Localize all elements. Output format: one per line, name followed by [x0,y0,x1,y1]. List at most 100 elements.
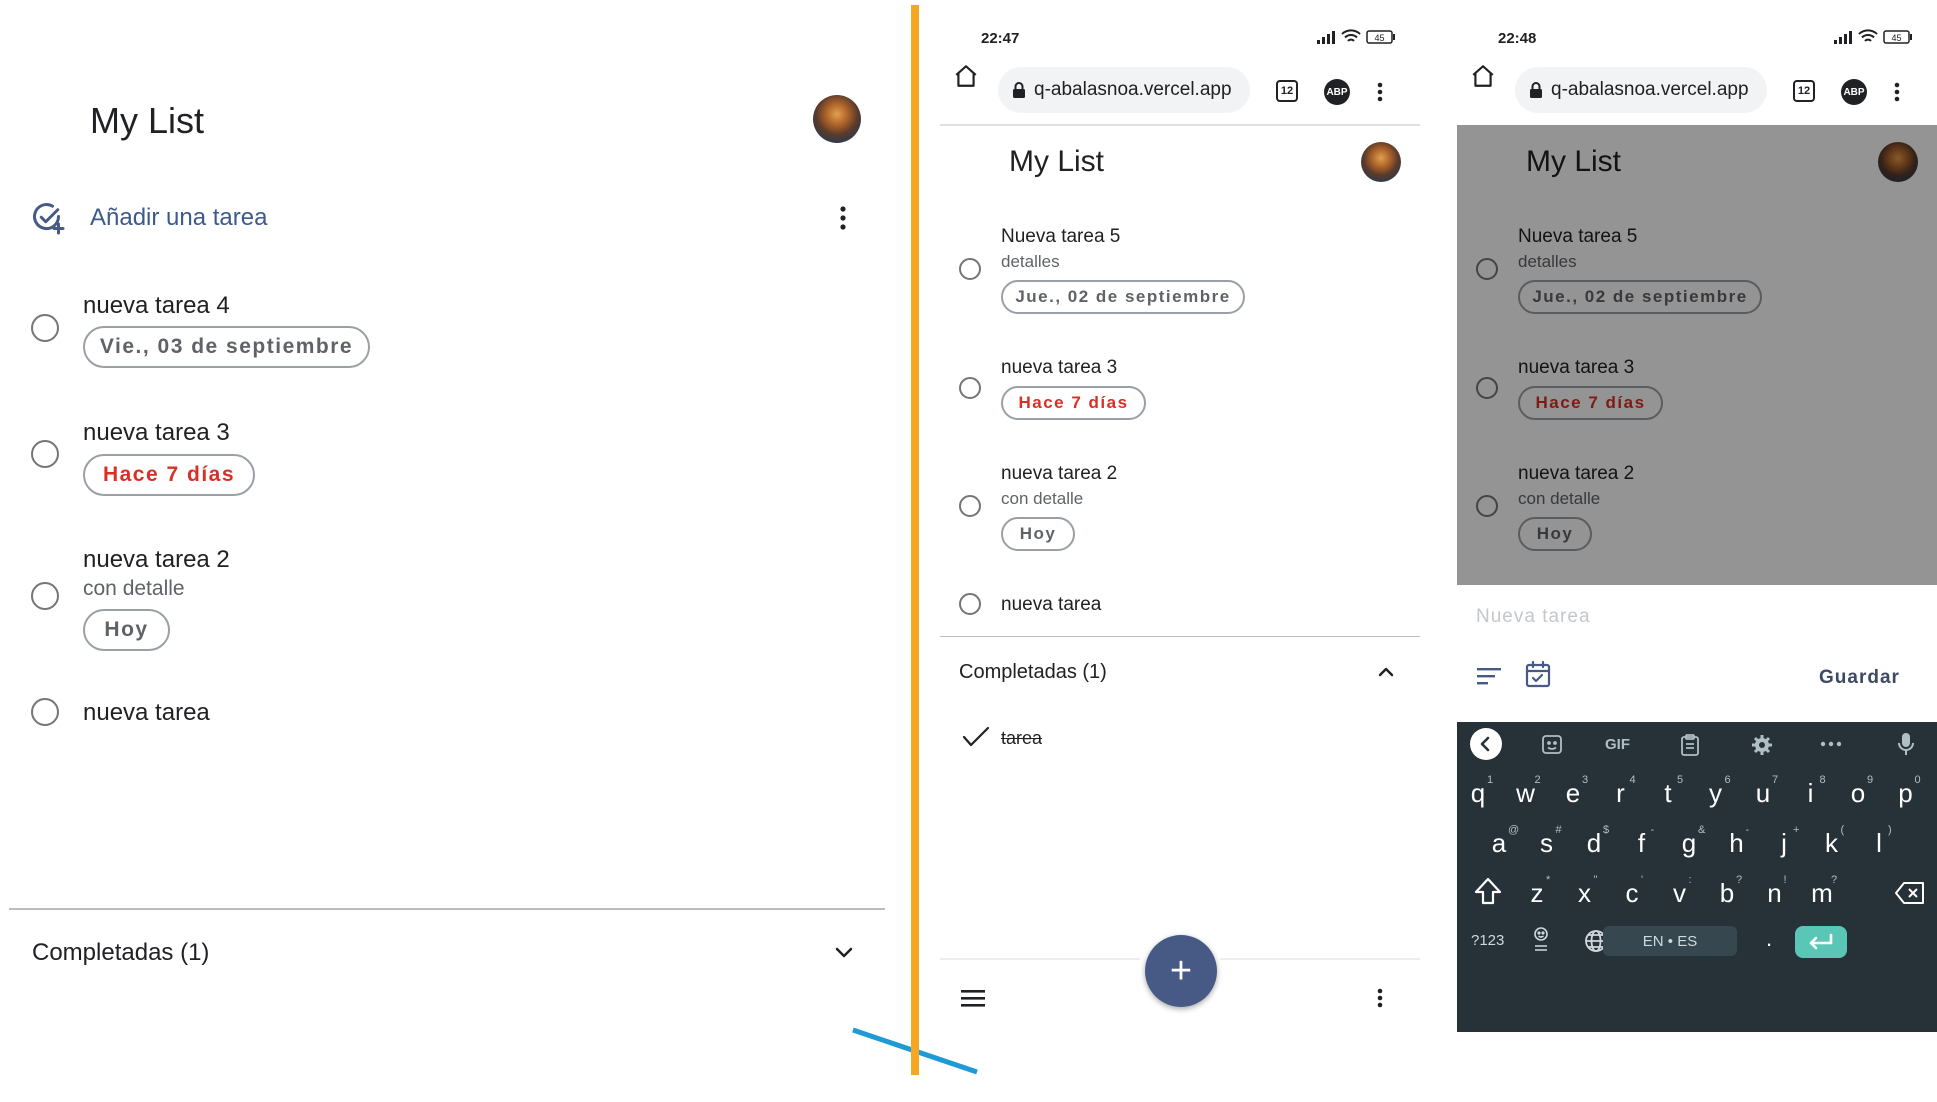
url-bar[interactable]: q-abalasnoa.vercel.app [1515,67,1767,113]
hamburger-menu-icon[interactable] [960,988,986,1008]
new-task-input[interactable]: Nueva tarea [1476,606,1591,628]
wifi-icon [1341,29,1361,45]
due-date-chip[interactable]: Vie., 03 de septiembre [83,326,370,368]
home-icon[interactable] [1470,63,1496,89]
key-hint: $ [1603,824,1610,836]
status-time: 22:48 [1498,30,1537,47]
calendar-icon[interactable] [1525,660,1551,688]
key-hint: : [1688,874,1692,886]
battery-icon: 45 [1366,30,1396,44]
key-hint: ? [1736,874,1743,886]
sticker-icon[interactable] [1541,735,1563,755]
due-date-chip[interactable]: Jue., 02 de septiembre [1001,280,1245,314]
task-checkbox[interactable] [31,440,59,468]
key-hint: 5 [1677,774,1684,786]
key-hint: 0 [1914,774,1921,786]
period-key[interactable]: . [1759,926,1779,952]
emoji-key-icon[interactable] [1529,926,1553,954]
enter-key[interactable] [1795,926,1847,958]
add-details-icon[interactable] [1476,665,1502,687]
lock-icon [1530,82,1542,98]
key-hint: 1 [1487,774,1494,786]
task-title[interactable]: nueva tarea 3 [83,419,230,447]
browser-menu-icon[interactable] [1891,78,1903,106]
keyboard-row-3: z * x " c ' v: b? n! m? [1457,874,1937,918]
clipboard-icon[interactable] [1680,734,1700,756]
key-hint: - [1745,824,1750,836]
url-bar[interactable]: q-abalasnoa.vercel.app [998,67,1250,113]
url-text: q-abalasnoa.vercel.app [1034,79,1232,100]
page-title: My List [1009,145,1105,178]
save-button[interactable]: Guardar [1819,667,1900,689]
adblock-icon[interactable]: ABP [1841,79,1867,105]
key-hint: 9 [1867,774,1874,786]
more-icon[interactable] [1819,738,1843,750]
task-checkbox[interactable] [31,582,59,610]
gif-button[interactable]: GIF [1605,736,1630,753]
bottom-bar-edge [940,958,1140,960]
signal-icon [1833,30,1853,44]
chevron-down-icon[interactable] [830,941,858,965]
due-date-chip-overdue[interactable]: Hace 7 días [1001,386,1146,420]
page-title: My List [90,100,205,141]
symbols-key[interactable]: ?123 [1471,932,1504,949]
key-hint: @ [1508,824,1520,836]
backspace-key[interactable] [1894,880,1926,906]
completed-task-title[interactable]: tarea [1001,728,1042,749]
more-options-icon[interactable] [1374,984,1386,1012]
keyboard-row-2: a @ s # d $ f - g & h - j + k(l) [1457,824,1937,868]
key-hint: " [1593,874,1598,886]
check-icon[interactable] [962,726,990,748]
status-time: 22:47 [981,30,1020,47]
settings-gear-icon[interactable] [1751,734,1773,756]
add-task-icon[interactable] [30,200,70,240]
avatar[interactable] [813,95,861,143]
due-date-chip[interactable]: Hoy [1001,517,1075,551]
due-date-chip-overdue[interactable]: Hace 7 días [83,454,255,496]
microphone-icon[interactable] [1898,732,1914,756]
divider [940,636,1420,637]
toolbar-shadow [940,124,1420,126]
tab-switcher-button[interactable]: 12 [1276,80,1298,102]
adblock-icon[interactable]: ABP [1324,79,1350,105]
task-checkbox[interactable] [959,593,981,615]
key-hint: 8 [1819,774,1826,786]
desktop-view: My List Añadir una tarea nueva tarea 4 V… [0,0,978,1102]
task-detail: con detalle [1001,489,1084,508]
task-checkbox[interactable] [959,495,981,517]
add-task-button[interactable]: Añadir una tarea [90,204,267,232]
avatar[interactable] [1361,142,1401,182]
soft-keyboard: GIF q1w2e3r4t5y6u7i8o9p0 a @ s # d $ f - g & h - j + k… [1457,722,1937,1032]
task-title[interactable]: nueva tarea 2 [1001,463,1117,485]
more-options-icon[interactable] [833,204,853,232]
task-title[interactable]: nueva tarea 2 [83,546,230,574]
task-checkbox[interactable] [31,698,59,726]
lock-icon [1013,82,1025,98]
phone-screen-2: 22:48 45 q-abalasnoa.vercel.app 12 ABP M… [1457,0,1937,1102]
wifi-icon [1858,29,1878,45]
task-checkbox[interactable] [959,377,981,399]
browser-menu-icon[interactable] [1374,78,1386,106]
task-title[interactable]: nueva tarea [83,699,210,727]
keyboard-back-icon[interactable] [1470,728,1502,760]
task-checkbox[interactable] [959,258,981,280]
task-title[interactable]: nueva tarea 3 [1001,357,1117,379]
completed-section-header[interactable]: Completadas (1) [959,661,1107,684]
space-key[interactable]: EN • ES [1603,926,1737,956]
home-icon[interactable] [953,63,979,89]
chevron-up-icon[interactable] [1374,661,1398,683]
tab-switcher-button[interactable]: 12 [1793,80,1815,102]
completed-section-header[interactable]: Completadas (1) [32,939,209,967]
task-title[interactable]: nueva tarea [1001,594,1101,616]
task-detail: con detalle [83,577,185,600]
modal-scrim[interactable] [1457,125,1937,585]
task-title[interactable]: Nueva tarea 5 [1001,226,1120,248]
add-task-fab[interactable]: + [1145,935,1217,1007]
task-checkbox[interactable] [31,314,59,342]
task-title[interactable]: nueva tarea 4 [83,292,230,320]
key-hint: + [1793,824,1800,836]
divider [9,908,885,910]
key-hint: 6 [1724,774,1731,786]
due-date-chip[interactable]: Hoy [83,609,170,651]
key-hint: 2 [1534,774,1541,786]
